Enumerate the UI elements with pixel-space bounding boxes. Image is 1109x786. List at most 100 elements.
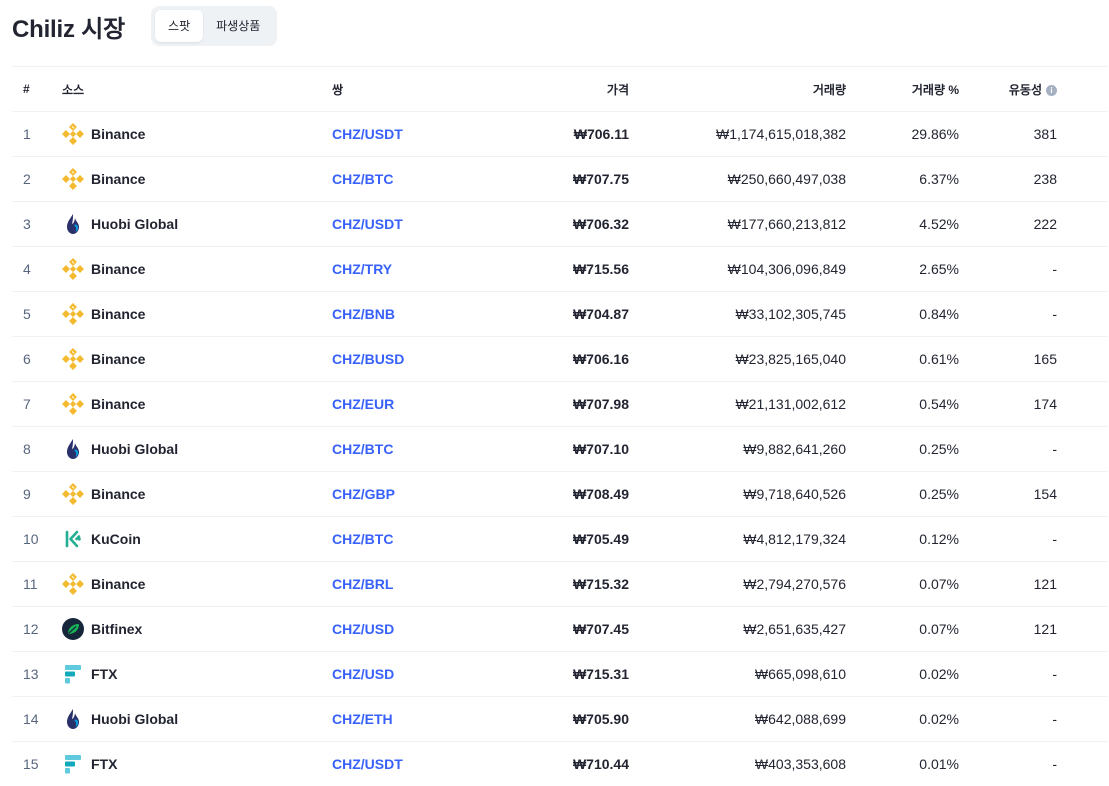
source-name[interactable]: FTX: [91, 756, 117, 772]
rank-cell: 12: [12, 607, 62, 652]
source-name[interactable]: KuCoin: [91, 531, 141, 547]
price-cell: ₩715.31: [477, 652, 629, 697]
pair-link[interactable]: CHZ/USD: [332, 621, 394, 637]
source-link[interactable]: Binance: [62, 393, 332, 415]
pair-link[interactable]: CHZ/BNB: [332, 306, 395, 322]
pair-cell: CHZ/USDT: [332, 112, 477, 157]
row-spacer: [1057, 607, 1108, 652]
source-cell[interactable]: Binance: [62, 337, 332, 382]
source-link[interactable]: Binance: [62, 168, 332, 190]
source-cell[interactable]: FTX: [62, 742, 332, 786]
source-cell[interactable]: Binance: [62, 382, 332, 427]
pair-link[interactable]: CHZ/GBP: [332, 486, 395, 502]
source-link[interactable]: KuCoin: [62, 528, 332, 550]
table-row[interactable]: 4BinanceCHZ/TRY₩715.56₩104,306,096,8492.…: [12, 247, 1108, 292]
tab-derivatives[interactable]: 파생상품: [203, 10, 273, 42]
source-link[interactable]: Huobi Global: [62, 708, 332, 730]
source-cell[interactable]: Binance: [62, 562, 332, 607]
table-row[interactable]: 14Huobi GlobalCHZ/ETH₩705.90₩642,088,699…: [12, 697, 1108, 742]
column-header-volume-percent[interactable]: 거래량 %: [846, 67, 959, 112]
source-cell[interactable]: FTX: [62, 652, 332, 697]
source-link[interactable]: Bitfinex: [62, 618, 332, 640]
column-header-rank[interactable]: #: [12, 67, 62, 112]
pair-link[interactable]: CHZ/BTC: [332, 441, 393, 457]
binance-icon: [62, 123, 84, 145]
source-cell[interactable]: Binance: [62, 112, 332, 157]
source-link[interactable]: Huobi Global: [62, 213, 332, 235]
table-row[interactable]: 6BinanceCHZ/BUSD₩706.16₩23,825,165,0400.…: [12, 337, 1108, 382]
source-cell[interactable]: Huobi Global: [62, 697, 332, 742]
source-link[interactable]: FTX: [62, 753, 332, 775]
source-name[interactable]: Bitfinex: [91, 621, 142, 637]
source-cell[interactable]: Binance: [62, 157, 332, 202]
pair-link[interactable]: CHZ/ETH: [332, 711, 393, 727]
row-spacer: [1057, 157, 1108, 202]
source-name[interactable]: Binance: [91, 261, 145, 277]
pair-link[interactable]: CHZ/BUSD: [332, 351, 404, 367]
source-cell[interactable]: Binance: [62, 472, 332, 517]
source-link[interactable]: FTX: [62, 663, 332, 685]
column-header-liquidity[interactable]: 유동성i: [959, 67, 1057, 112]
pair-link[interactable]: CHZ/TRY: [332, 261, 392, 277]
source-name[interactable]: Binance: [91, 351, 145, 367]
source-name[interactable]: FTX: [91, 666, 117, 682]
source-cell[interactable]: KuCoin: [62, 517, 332, 562]
source-link[interactable]: Binance: [62, 123, 332, 145]
source-link[interactable]: Binance: [62, 348, 332, 370]
table-row[interactable]: 15FTXCHZ/USDT₩710.44₩403,353,6080.01%-: [12, 742, 1108, 786]
pair-link[interactable]: CHZ/BTC: [332, 171, 393, 187]
column-header-volume[interactable]: 거래량: [629, 67, 846, 112]
volume-cell: ₩665,098,610: [629, 652, 846, 697]
info-icon[interactable]: i: [1046, 85, 1057, 96]
source-link[interactable]: Binance: [62, 573, 332, 595]
pair-link[interactable]: CHZ/USDT: [332, 216, 403, 232]
tab-spot[interactable]: 스팟: [155, 10, 203, 42]
source-cell[interactable]: Binance: [62, 247, 332, 292]
source-name[interactable]: Huobi Global: [91, 216, 178, 232]
source-cell[interactable]: Bitfinex: [62, 607, 332, 652]
row-spacer: [1057, 292, 1108, 337]
markets-table: # 소스 쌍 가격 거래량 거래량 % 유동성i 1BinanceCHZ/USD…: [12, 66, 1108, 786]
pair-link[interactable]: CHZ/USD: [332, 666, 394, 682]
table-row[interactable]: 12BitfinexCHZ/USD₩707.45₩2,651,635,4270.…: [12, 607, 1108, 652]
table-row[interactable]: 3Huobi GlobalCHZ/USDT₩706.32₩177,660,213…: [12, 202, 1108, 247]
volume-percent-cell: 0.61%: [846, 337, 959, 382]
source-name[interactable]: Binance: [91, 171, 145, 187]
table-row[interactable]: 5BinanceCHZ/BNB₩704.87₩33,102,305,7450.8…: [12, 292, 1108, 337]
table-row[interactable]: 11BinanceCHZ/BRL₩715.32₩2,794,270,5760.0…: [12, 562, 1108, 607]
pair-link[interactable]: CHZ/BTC: [332, 531, 393, 547]
volume-cell: ₩2,651,635,427: [629, 607, 846, 652]
source-cell[interactable]: Huobi Global: [62, 427, 332, 472]
source-cell[interactable]: Huobi Global: [62, 202, 332, 247]
source-name[interactable]: Huobi Global: [91, 441, 178, 457]
source-name[interactable]: Binance: [91, 396, 145, 412]
rank-cell: 9: [12, 472, 62, 517]
binance-icon: [62, 393, 84, 415]
pair-link[interactable]: CHZ/USDT: [332, 126, 403, 142]
table-row[interactable]: 9BinanceCHZ/GBP₩708.49₩9,718,640,5260.25…: [12, 472, 1108, 517]
table-row[interactable]: 10KuCoinCHZ/BTC₩705.49₩4,812,179,3240.12…: [12, 517, 1108, 562]
source-link[interactable]: Binance: [62, 303, 332, 325]
source-name[interactable]: Binance: [91, 576, 145, 592]
table-row[interactable]: 13FTXCHZ/USD₩715.31₩665,098,6100.02%-: [12, 652, 1108, 697]
pair-link[interactable]: CHZ/BRL: [332, 576, 393, 592]
pair-link[interactable]: CHZ/USDT: [332, 756, 403, 772]
table-row[interactable]: 2BinanceCHZ/BTC₩707.75₩250,660,497,0386.…: [12, 157, 1108, 202]
source-link[interactable]: Binance: [62, 483, 332, 505]
source-name[interactable]: Binance: [91, 486, 145, 502]
pair-cell: CHZ/ETH: [332, 697, 477, 742]
source-name[interactable]: Binance: [91, 306, 145, 322]
source-link[interactable]: Huobi Global: [62, 438, 332, 460]
column-header-pair[interactable]: 쌍: [332, 67, 477, 112]
table-row[interactable]: 8Huobi GlobalCHZ/BTC₩707.10₩9,882,641,26…: [12, 427, 1108, 472]
table-row[interactable]: 7BinanceCHZ/EUR₩707.98₩21,131,002,6120.5…: [12, 382, 1108, 427]
table-row[interactable]: 1BinanceCHZ/USDT₩706.11₩1,174,615,018,38…: [12, 112, 1108, 157]
pair-link[interactable]: CHZ/EUR: [332, 396, 394, 412]
source-cell[interactable]: Binance: [62, 292, 332, 337]
column-header-price[interactable]: 가격: [477, 67, 629, 112]
column-header-source[interactable]: 소스: [62, 67, 332, 112]
row-spacer: [1057, 742, 1108, 786]
source-link[interactable]: Binance: [62, 258, 332, 280]
source-name[interactable]: Huobi Global: [91, 711, 178, 727]
source-name[interactable]: Binance: [91, 126, 145, 142]
